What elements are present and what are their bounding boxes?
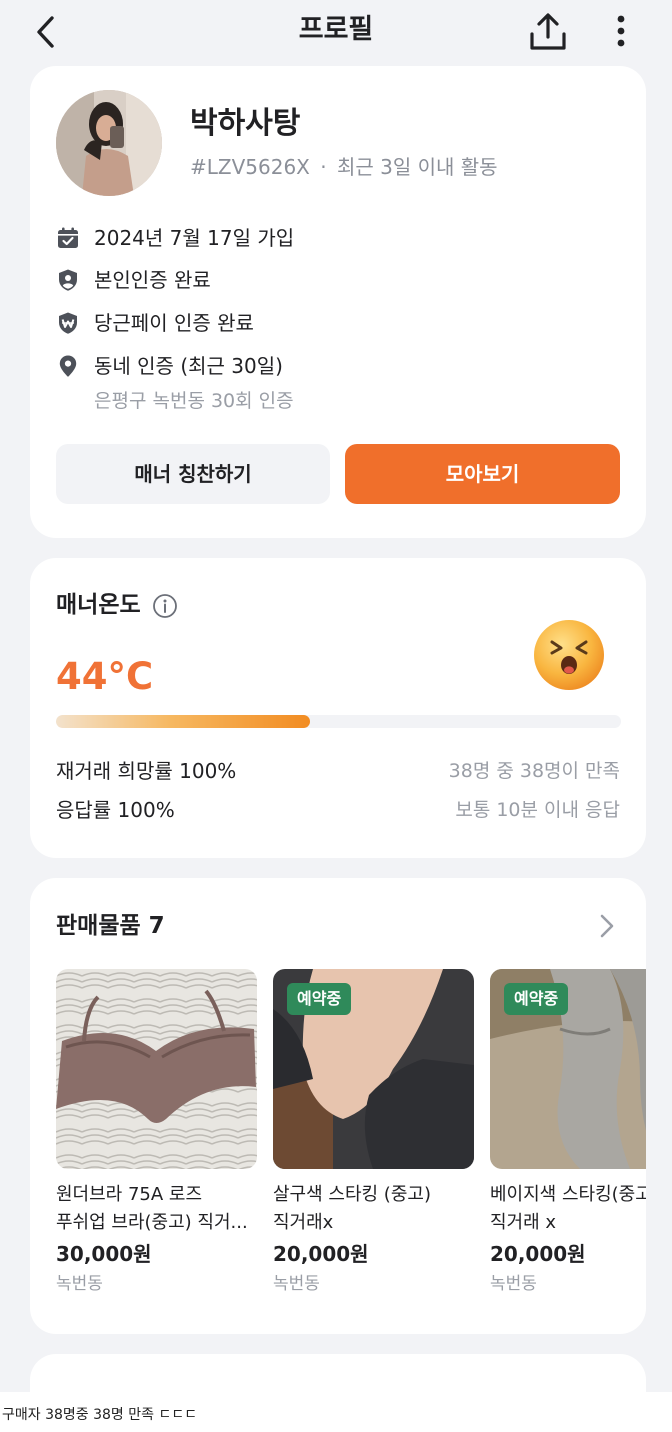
sales-items-card: 판매물품 7 원더브라 75A 로즈 푸쉬업 브라(중고) 직거... 30,0… <box>30 878 646 1334</box>
activity-status: 최근 3일 이내 활동 <box>336 155 498 179</box>
product-thumbnail[interactable] <box>56 969 257 1169</box>
neighborhood-row: 동네 인증 (최근 30일) <box>56 350 283 382</box>
neighborhood-status: 동네 인증 (최근 30일) <box>94 354 283 378</box>
product-location: 녹번동 <box>273 1274 320 1294</box>
separator-dot: · <box>320 155 327 179</box>
top-navigation-bar: 프로필 <box>0 0 672 62</box>
response-rate: 응답률 100% <box>56 798 175 822</box>
manner-title: 매너온도 <box>56 592 141 618</box>
product-price: 20,000원 <box>490 1242 586 1266</box>
pay-status: 당근페이 인증 완료 <box>94 311 254 335</box>
join-date: 2024년 7월 17일 가입 <box>94 226 295 250</box>
manner-temperature-card: 매너온도 44°C 재거래 희망률 100% 38명 중 38명이 만족 응답률… <box>30 558 646 858</box>
profile-screen: 프로필 박하사탕 #LZV5626X · 최근 3일 이내 활동 2024년 7… <box>0 0 672 1392</box>
product-card[interactable]: 원더브라 75A 로즈 푸쉬업 브라(중고) 직거... 30,000원 녹번동 <box>56 969 257 1297</box>
profile-subline: #LZV5626X · 최근 3일 이내 활동 <box>190 152 498 182</box>
shield-user-icon <box>59 269 77 291</box>
product-title: 살구색 스타킹 (중고) 직거래x <box>273 1181 474 1237</box>
profile-card: 박하사탕 #LZV5626X · 최근 3일 이내 활동 2024년 7월 17… <box>30 66 646 538</box>
neighborhood-detail: 은평구 녹번동 30회 인증 <box>94 390 294 412</box>
product-title: 베이지색 스타킹(중고) 직거래 x <box>490 1181 646 1237</box>
product-thumbnail[interactable]: 예약중 <box>490 969 646 1169</box>
share-icon[interactable] <box>526 10 570 54</box>
page-title: 프로필 <box>298 14 374 45</box>
view-all-button[interactable]: 모아보기 <box>345 444 620 504</box>
sales-title[interactable]: 판매물품 7 <box>56 911 165 941</box>
user-id: #LZV5626X <box>190 155 310 179</box>
laughing-face-icon <box>534 620 604 690</box>
rehire-detail: 38명 중 38명이 만족 <box>448 760 620 782</box>
product-title-line1: 원더브라 75A 로즈 <box>56 1184 203 1205</box>
product-title-line2: 푸쉬업 브라(중고) 직거... <box>56 1212 248 1233</box>
product-title: 원더브라 75A 로즈 푸쉬업 브라(중고) 직거... <box>56 1181 257 1237</box>
identity-status: 본인인증 완료 <box>94 268 211 292</box>
product-thumbnail[interactable]: 예약중 <box>273 969 474 1169</box>
join-date-row: 2024년 7월 17일 가입 <box>56 222 294 254</box>
reserved-badge: 예약중 <box>504 983 569 1015</box>
manner-temperature-value: 44°C <box>56 655 154 698</box>
product-title-line1: 베이지색 스타킹(중고) <box>490 1184 646 1205</box>
response-detail: 보통 10분 이내 응답 <box>455 799 620 821</box>
product-card[interactable]: 예약중 베이지색 스타킹(중고) 직거래 x 20,000원 녹번동 <box>490 969 646 1297</box>
product-title-line1: 살구색 스타킹 (중고) <box>273 1184 431 1205</box>
identity-row: 본인인증 완료 <box>56 264 211 296</box>
product-card[interactable]: 예약중 살구색 스타킹 (중고) 직거래x 20,000원 녹번동 <box>273 969 474 1297</box>
product-price: 30,000원 <box>56 1242 152 1266</box>
caption-text: 구매자 38명중 38명 만족 ㄷㄷㄷ <box>2 1407 198 1423</box>
rehire-rate: 재거래 희망률 100% <box>56 759 237 783</box>
reserved-badge: 예약중 <box>287 983 352 1015</box>
chevron-right-icon[interactable] <box>596 912 618 940</box>
next-section-card <box>30 1354 646 1392</box>
more-options-icon[interactable] <box>606 10 636 54</box>
pay-row: 당근페이 인증 완료 <box>56 307 254 339</box>
manner-temperature-fill <box>56 715 311 728</box>
location-pin-icon <box>59 355 77 377</box>
product-price: 20,000원 <box>273 1242 369 1266</box>
product-location: 녹번동 <box>490 1274 537 1294</box>
manner-temperature-bar <box>56 715 621 728</box>
profile-name: 박하사탕 <box>190 106 301 141</box>
product-title-line2: 직거래 x <box>490 1212 557 1233</box>
product-title-line2: 직거래x <box>273 1212 334 1233</box>
compliment-button[interactable]: 매너 칭찬하기 <box>56 444 330 504</box>
product-location: 녹번동 <box>56 1274 103 1294</box>
info-icon[interactable] <box>152 593 178 619</box>
avatar[interactable] <box>56 90 162 196</box>
pay-shield-icon <box>59 312 77 334</box>
calendar-icon <box>58 227 78 248</box>
